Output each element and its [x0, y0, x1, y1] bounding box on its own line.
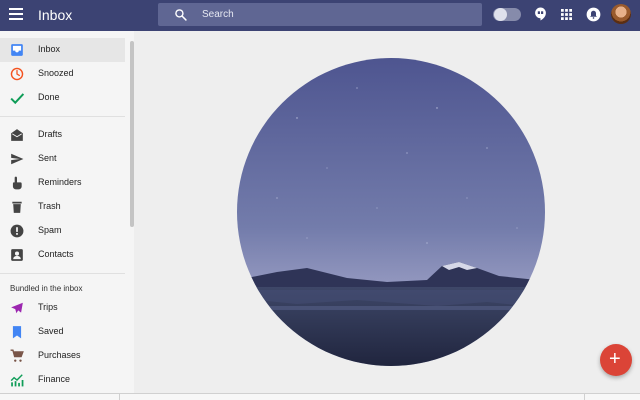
- main-content: [134, 31, 640, 400]
- empty-inbox-illustration: [237, 58, 545, 366]
- compose-fab-button[interactable]: +: [600, 344, 632, 376]
- send-icon: [11, 153, 24, 165]
- top-app-bar: Inbox: [0, 0, 640, 31]
- spam-icon: [10, 224, 24, 238]
- search-input[interactable]: [202, 6, 462, 23]
- sidebar-item-label: Trash: [38, 201, 61, 211]
- reminder-hand-icon: [12, 176, 22, 190]
- sidebar-item-finance[interactable]: Finance: [0, 368, 125, 392]
- pin-toggle[interactable]: [493, 8, 521, 21]
- menu-icon[interactable]: [9, 8, 23, 20]
- sidebar-item-label: Reminders: [38, 177, 82, 187]
- sidebar-item-reminders[interactable]: Reminders: [0, 171, 125, 195]
- sidebar-item-drafts[interactable]: Drafts: [0, 123, 125, 147]
- search-bar[interactable]: [158, 3, 482, 26]
- trash-icon: [12, 201, 22, 213]
- apps-grid-icon[interactable]: [561, 9, 572, 20]
- sidebar-item-label: Drafts: [38, 129, 63, 139]
- bookmark-icon: [12, 326, 22, 339]
- sidebar-item-inbox[interactable]: Inbox: [0, 38, 125, 62]
- sidebar-item-purchases[interactable]: Purchases: [0, 344, 125, 368]
- sidebar-item-label: Sent: [38, 153, 57, 163]
- sidebar-item-label: Inbox: [38, 44, 61, 54]
- chart-icon: [10, 374, 24, 387]
- sidebar-item-label: Spam: [38, 225, 62, 235]
- sidebar-item-label: Finance: [38, 374, 71, 384]
- sidebar-item-label: Purchases: [38, 350, 81, 360]
- check-icon: [10, 93, 24, 105]
- cart-icon: [10, 349, 24, 362]
- drafts-icon: [11, 129, 23, 141]
- hangouts-icon[interactable]: [534, 7, 547, 21]
- sidebar-item-trash[interactable]: Trash: [0, 195, 125, 219]
- contacts-icon: [11, 249, 23, 261]
- inbox-icon: [11, 44, 23, 56]
- sidebar-item-label: Contacts: [38, 249, 74, 259]
- sidebar-item-label: Snoozed: [38, 68, 74, 78]
- sidebar-item-saved[interactable]: Saved: [0, 320, 125, 344]
- sidebar-item-contacts[interactable]: Contacts: [0, 243, 125, 267]
- app-title: Inbox: [38, 7, 73, 23]
- sidebar-item-label: Trips: [38, 302, 58, 312]
- plane-icon: [11, 302, 23, 314]
- pin-icon: [494, 8, 507, 21]
- sidebar-item-spam[interactable]: Spam: [0, 219, 125, 243]
- sidebar-item-label: Saved: [38, 326, 64, 336]
- sidebar-item-snoozed[interactable]: Snoozed: [0, 62, 125, 86]
- avatar[interactable]: [611, 4, 631, 24]
- sidebar-divider: [0, 273, 125, 274]
- sidebar-divider: [0, 116, 125, 117]
- clock-icon: [10, 67, 24, 81]
- plus-icon: +: [609, 348, 621, 370]
- sidebar-item-done[interactable]: Done: [0, 86, 125, 110]
- bundled-section-label: Bundled in the inbox: [10, 284, 83, 293]
- sidebar-item-trips[interactable]: Trips: [0, 296, 125, 320]
- bottom-tab-right[interactable]: [584, 394, 640, 400]
- notifications-bell-icon[interactable]: [586, 7, 601, 22]
- sidebar-item-label: Done: [38, 92, 60, 102]
- sidebar-item-sent[interactable]: Sent: [0, 147, 125, 171]
- sidebar: Inbox Snoozed Done Drafts Sent Reminders…: [0, 31, 134, 400]
- bottom-tab-left[interactable]: [0, 394, 120, 400]
- search-icon[interactable]: [174, 8, 187, 21]
